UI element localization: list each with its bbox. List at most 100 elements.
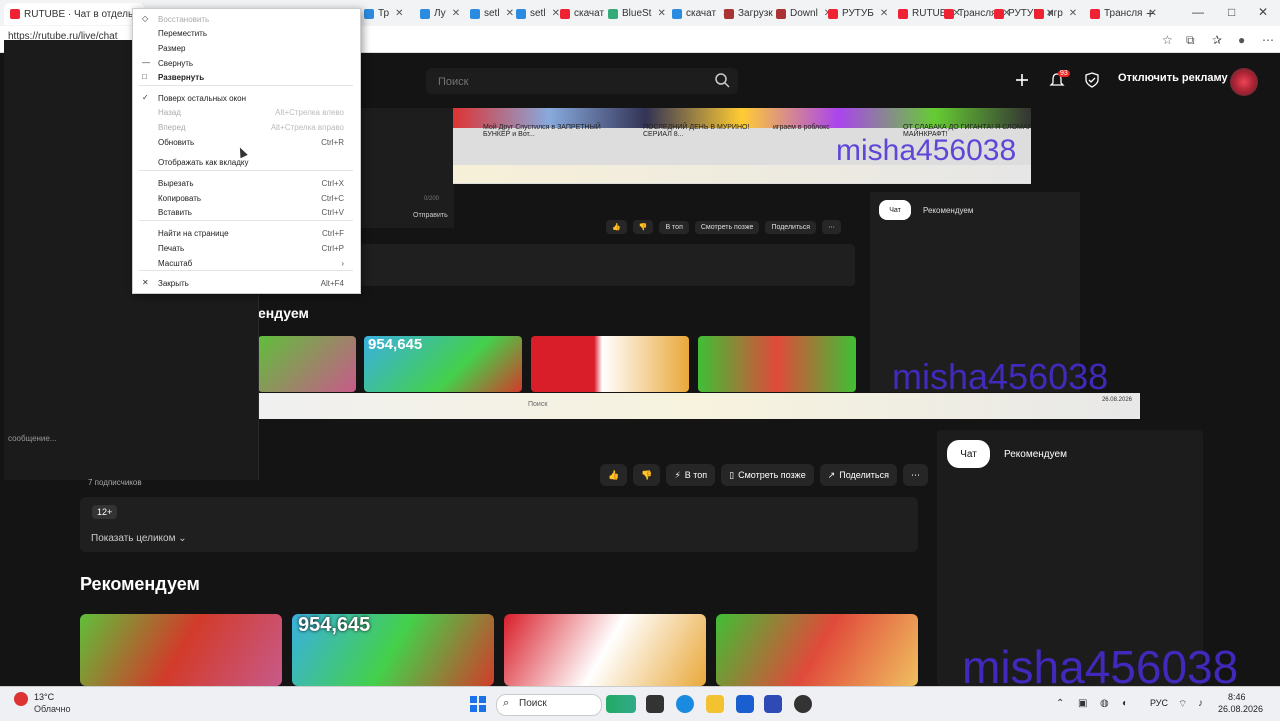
tab-chat[interactable]: Чат [947,440,990,468]
video-thumbnail[interactable] [504,614,706,686]
dislike-button[interactable]: 👎 [633,464,661,486]
video-thumbnail[interactable] [80,614,282,686]
menu-item[interactable]: — Свернуть [133,57,360,71]
disable-ads-button[interactable]: Отключить рекламу [1118,72,1228,84]
weather-temperature[interactable]: 13°C [34,692,54,702]
browser-tab[interactable]: игр ✕ [1034,5,1077,22]
browser-tab[interactable]: setl ✕ [470,5,514,22]
shield-icon[interactable] [1084,72,1100,88]
menu-item-label: Масштаб [158,259,193,268]
close-window-icon[interactable]: ✕ [1258,5,1268,19]
menu-item[interactable]: Отображать как вкладку [133,156,360,170]
menu-item[interactable]: □ Развернуть [133,71,360,85]
more-options-button[interactable]: ⋯ [902,464,928,486]
add-icon[interactable] [1014,72,1030,88]
menu-item[interactable]: Найти на странице Ctrl+F [133,227,360,241]
menu-item[interactable]: Печать Ctrl+P [133,242,360,256]
app-icon[interactable] [764,695,782,713]
tab-label: скачат [574,8,605,19]
tab-favicon-icon [560,8,570,19]
menu-item[interactable]: Вырезать Ctrl+X [133,177,360,191]
close-tab-icon[interactable]: ✕ [452,8,460,19]
menu-item-shortcut: Ctrl+R [321,138,344,147]
store-icon[interactable] [736,695,754,713]
weather-icon[interactable] [14,692,28,706]
search-input[interactable] [436,72,710,92]
tab-label: Downl [790,8,818,19]
share-button[interactable]: ↗ Поделиться [819,464,897,486]
menu-item[interactable]: Размер [133,42,360,56]
close-tab-icon[interactable]: ✕ [657,8,665,19]
windows-start-icon[interactable] [470,696,486,712]
wifi-icon[interactable]: ⌔ [1178,698,1187,711]
menu-item[interactable]: ✓ Поверх остальных окон [133,92,360,106]
close-tab-icon[interactable]: ✕ [552,8,560,19]
browser-tab[interactable]: Тр ✕ [364,5,404,22]
message-input[interactable]: сообщение... [8,434,57,443]
clock-date[interactable]: 26.08.2026 [1218,704,1263,714]
inner-video-title: ПОСЛЕДНИЙ ДЕНЬ В МУРИНО! СЕРИАЛ 8... [643,124,750,138]
menu-item-label: Вставить [158,208,192,217]
taskbar-search[interactable]: ⌕ Поиск [496,694,602,716]
favorites-icon[interactable]: ✰ [1212,33,1222,47]
tab-label: Трансля [1104,8,1143,19]
task-view-icon[interactable] [646,695,664,713]
browser-tab[interactable]: Лу ✕ [420,5,460,22]
browser-tab[interactable]: скачат✕ [672,5,730,22]
browser-tab[interactable]: РУТУБ ✕ [828,5,888,22]
language-indicator[interactable]: РУС [1150,698,1168,708]
extensions-icon[interactable]: ⧉ [1186,33,1195,48]
volume-icon[interactable]: ◐ [1122,698,1128,709]
close-tab-icon[interactable]: ✕ [395,8,403,19]
close-tab-icon[interactable]: ✕ [880,8,888,19]
search-icon[interactable] [714,72,730,88]
menu-item[interactable]: Переместить [133,27,360,41]
menu-item[interactable]: Вставить Ctrl+V [133,206,360,220]
profile-icon[interactable]: ● [1238,33,1245,47]
new-tab-button[interactable]: + [1146,5,1154,21]
tab-recommended[interactable]: Рекомендуем [1004,449,1067,460]
file-explorer-icon[interactable] [706,695,724,713]
tab-label: Трансля [958,8,997,19]
minimize-icon[interactable]: — [1192,5,1204,19]
site-search-box[interactable] [426,68,738,94]
widget-icon[interactable] [606,695,636,713]
close-tab-icon[interactable]: ✕ [1069,8,1077,19]
video-thumbnail[interactable]: 954,645 [292,614,494,686]
browser-tab[interactable]: setl ✕ [516,5,560,22]
close-tab-icon[interactable]: ✕ [506,8,514,19]
menu-item[interactable]: Обновить Ctrl+R [133,136,360,150]
video-thumbnail[interactable] [716,614,918,686]
tab-favicon-icon [994,8,1004,19]
star-icon[interactable]: ☆ [1162,33,1173,47]
recorder-icon[interactable] [794,695,812,713]
menu-item[interactable]: Масштаб › [133,257,360,271]
tray-app-icon[interactable]: ▣ [1078,698,1087,709]
top-button[interactable]: ⚡ В топ [666,464,716,486]
avatar[interactable] [1230,68,1258,96]
age-rating-badge: 12+ [92,505,118,519]
inner-watch-later-button: Смотреть позже [694,220,760,234]
network-icon[interactable]: ◍ [1100,698,1109,709]
maximize-icon[interactable]: □ [1228,5,1235,19]
weather-description[interactable]: Облачно [34,704,70,714]
menu-separator [139,85,353,86]
menu-item[interactable]: Копировать Ctrl+C [133,192,360,206]
thumb-down-icon: 👎 [641,469,653,480]
edge-browser-icon[interactable] [676,695,694,713]
show-full-button[interactable]: Показать целиком ⌄ [91,533,187,544]
like-button[interactable]: 👍 [600,464,628,486]
clock-time[interactable]: 8:46 [1228,692,1246,702]
tab-label: RUTUB [912,8,947,19]
menu-item: Вперед Alt+Стрелка вправо [133,121,360,135]
more-icon[interactable]: ⋯ [1262,33,1274,47]
browser-tab-active[interactable]: RUTUBE · Чат в отдельном [4,3,144,25]
browser-tab[interactable]: BlueSt ✕ [608,5,666,22]
menu-item[interactable]: ✕ Закрыть Alt+F4 [133,277,360,291]
tab-favicon-icon [516,8,526,19]
watch-later-button[interactable]: ▯ Смотреть позже [721,464,814,486]
speaker-icon[interactable]: ♪ [1198,698,1203,709]
chevron-up-icon[interactable]: ⌃ [1056,698,1064,709]
recommended-heading: Рекомендуем [80,574,200,594]
browser-tab[interactable]: Downl✕ [776,5,832,22]
